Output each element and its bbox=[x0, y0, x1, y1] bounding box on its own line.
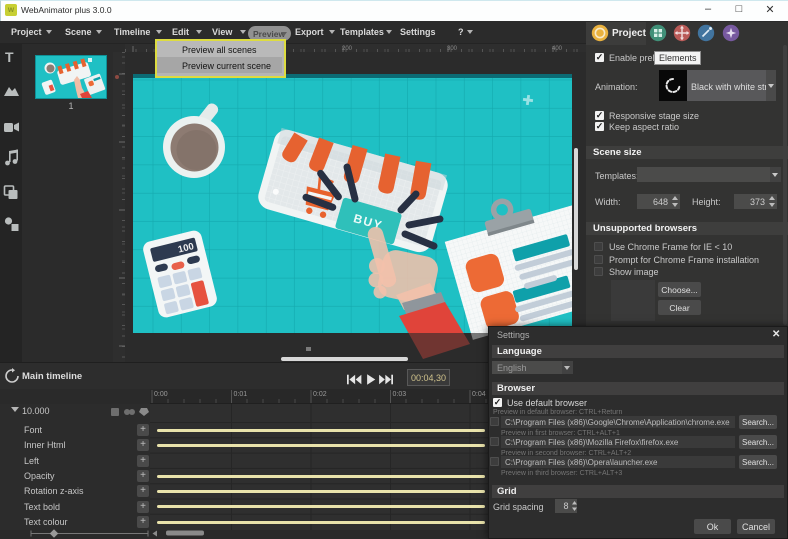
svg-text:0:03: 0:03 bbox=[393, 391, 407, 398]
svg-text:0:02: 0:02 bbox=[313, 391, 327, 398]
svg-text:0:01: 0:01 bbox=[234, 391, 248, 398]
svg-text:0:04: 0:04 bbox=[472, 391, 486, 398]
svg-text:T: T bbox=[5, 49, 14, 65]
svg-text:0:00: 0:00 bbox=[154, 391, 168, 398]
